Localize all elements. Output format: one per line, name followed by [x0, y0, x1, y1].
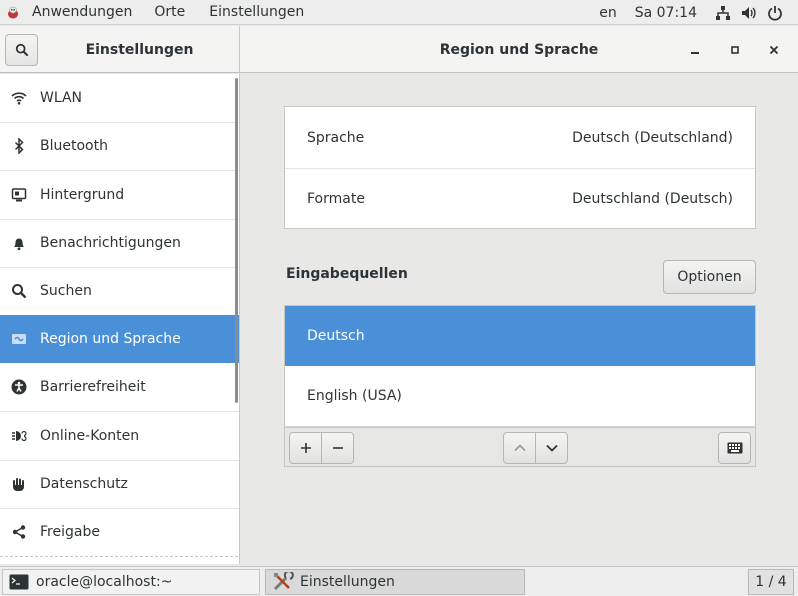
- sidebar-item-label: Barrierefreiheit: [40, 379, 146, 395]
- header-bar: Einstellungen Region und Sprache: [0, 26, 798, 73]
- workspace-switcher[interactable]: 1 / 4: [748, 569, 794, 595]
- keyboard-layout-button[interactable]: [718, 432, 751, 464]
- sidebar-item-label: Bluetooth: [40, 138, 108, 154]
- add-input-source-button[interactable]: [289, 432, 322, 464]
- chevron-up-icon: [513, 444, 526, 452]
- maximize-button[interactable]: [723, 38, 747, 62]
- search-button[interactable]: [5, 34, 38, 66]
- minus-icon: [332, 447, 343, 449]
- sidebar-item-online-konten[interactable]: Online-Konten: [0, 412, 239, 460]
- input-sources-list: Deutsch English (USA): [284, 305, 756, 467]
- task-settings[interactable]: Einstellungen: [265, 569, 525, 595]
- minimize-icon: [691, 52, 699, 54]
- sidebar-scrollbar[interactable]: [235, 78, 238, 403]
- menu-orte[interactable]: Orte: [154, 0, 185, 25]
- sidebar-item-hintergrund[interactable]: Hintergrund: [0, 171, 239, 219]
- language-label: Sprache: [307, 129, 365, 146]
- search-icon: [11, 283, 27, 299]
- sidebar-item-label: Datenschutz: [40, 476, 128, 492]
- sidebar-item-label: Freigabe: [40, 524, 100, 540]
- chevron-down-icon: [545, 444, 558, 452]
- sidebar-item-label: Benachrichtigungen: [40, 235, 181, 251]
- close-icon: [769, 45, 779, 55]
- clock[interactable]: Sa 07:14: [635, 0, 697, 25]
- menu-anwendungen[interactable]: Anwendungen: [32, 0, 132, 25]
- task-terminal[interactable]: oracle@localhost:~: [2, 569, 260, 595]
- sidebar-item-label: WLAN: [40, 90, 83, 106]
- terminal-icon: [9, 574, 29, 590]
- minimize-button[interactable]: [683, 38, 707, 62]
- sidebar-item-label: Suchen: [40, 283, 92, 299]
- move-down-button[interactable]: [535, 432, 568, 464]
- menu-einstellungen[interactable]: Einstellungen: [209, 0, 304, 25]
- settings-tools-icon: [272, 572, 294, 592]
- sidebar-item-benachrichtigungen[interactable]: Benachrichtigungen: [0, 219, 239, 267]
- task-label: Einstellungen: [300, 574, 395, 590]
- sidebar-title: Einstellungen: [85, 41, 194, 58]
- privacy-hand-icon: [11, 476, 27, 492]
- bottom-taskbar: oracle@localhost:~ Einstellungen 1 / 4: [0, 566, 798, 596]
- region-card: Sprache Deutsch (Deutschland) Formate De…: [284, 106, 756, 229]
- language-row[interactable]: Sprache Deutsch (Deutschland): [285, 107, 755, 168]
- sidebar-item-suchen[interactable]: Suchen: [0, 267, 239, 315]
- sidebar-item-wlan[interactable]: WLAN: [0, 74, 239, 122]
- sidebar-item-label: Region und Sprache: [40, 331, 181, 347]
- bell-icon: [11, 235, 27, 251]
- bluetooth-icon: [11, 138, 27, 154]
- move-up-button[interactable]: [503, 432, 536, 464]
- list-item[interactable]: English (USA): [285, 366, 755, 426]
- wifi-icon: [11, 90, 27, 106]
- accessibility-icon: [11, 379, 27, 395]
- sidebar-item-freigabe[interactable]: Freigabe: [0, 508, 239, 556]
- sidebar-header: Einstellungen: [0, 26, 240, 73]
- flag-icon: [11, 331, 27, 347]
- background-icon: [11, 187, 27, 203]
- top-bar: Anwendungen Orte Einstellungen en Sa 07:…: [0, 0, 798, 25]
- main-panel: Sprache Deutsch (Deutschland) Formate De…: [241, 74, 798, 564]
- sidebar-item-label: Hintergrund: [40, 187, 125, 203]
- formats-label: Formate: [307, 190, 365, 207]
- online-accounts-icon: [11, 428, 27, 444]
- applications-menu-icon[interactable]: [5, 4, 21, 20]
- settings-window: Einstellungen Region und Sprache WLAN Bl…: [0, 26, 798, 564]
- sidebar-item-region-und-sprache[interactable]: Region und Sprache: [0, 315, 239, 363]
- search-icon: [15, 43, 28, 57]
- remove-input-source-button[interactable]: [321, 432, 354, 464]
- share-icon: [11, 524, 27, 540]
- formats-row[interactable]: Formate Deutschland (Deutsch): [285, 168, 755, 229]
- page-title: Region und Sprache: [439, 41, 599, 58]
- network-icon[interactable]: [715, 0, 731, 25]
- task-label: oracle@localhost:~: [36, 574, 173, 590]
- list-item[interactable]: Deutsch: [285, 306, 755, 366]
- keyboard-layout-indicator[interactable]: en: [599, 0, 617, 25]
- sidebar: WLAN Bluetooth Hintergrund Benachrichtig…: [0, 74, 240, 564]
- divider: [0, 556, 239, 557]
- options-button[interactable]: Optionen: [663, 260, 756, 294]
- power-icon[interactable]: [767, 0, 783, 25]
- sidebar-item-bluetooth[interactable]: Bluetooth: [0, 122, 239, 170]
- plus-icon: [300, 443, 311, 453]
- sidebar-item-label: Online-Konten: [40, 428, 140, 444]
- maximize-icon: [731, 46, 739, 54]
- sidebar-item-barrierefreiheit[interactable]: Barrierefreiheit: [0, 363, 239, 411]
- formats-value: Deutschland (Deutsch): [572, 190, 733, 207]
- input-sources-title: Eingabequellen: [286, 266, 408, 282]
- keyboard-icon: [727, 442, 742, 454]
- input-sources-toolbar: [285, 427, 755, 466]
- volume-icon[interactable]: [741, 0, 757, 25]
- close-button[interactable]: [762, 38, 786, 62]
- sidebar-item-datenschutz[interactable]: Datenschutz: [0, 460, 239, 508]
- language-value: Deutsch (Deutschland): [572, 129, 733, 146]
